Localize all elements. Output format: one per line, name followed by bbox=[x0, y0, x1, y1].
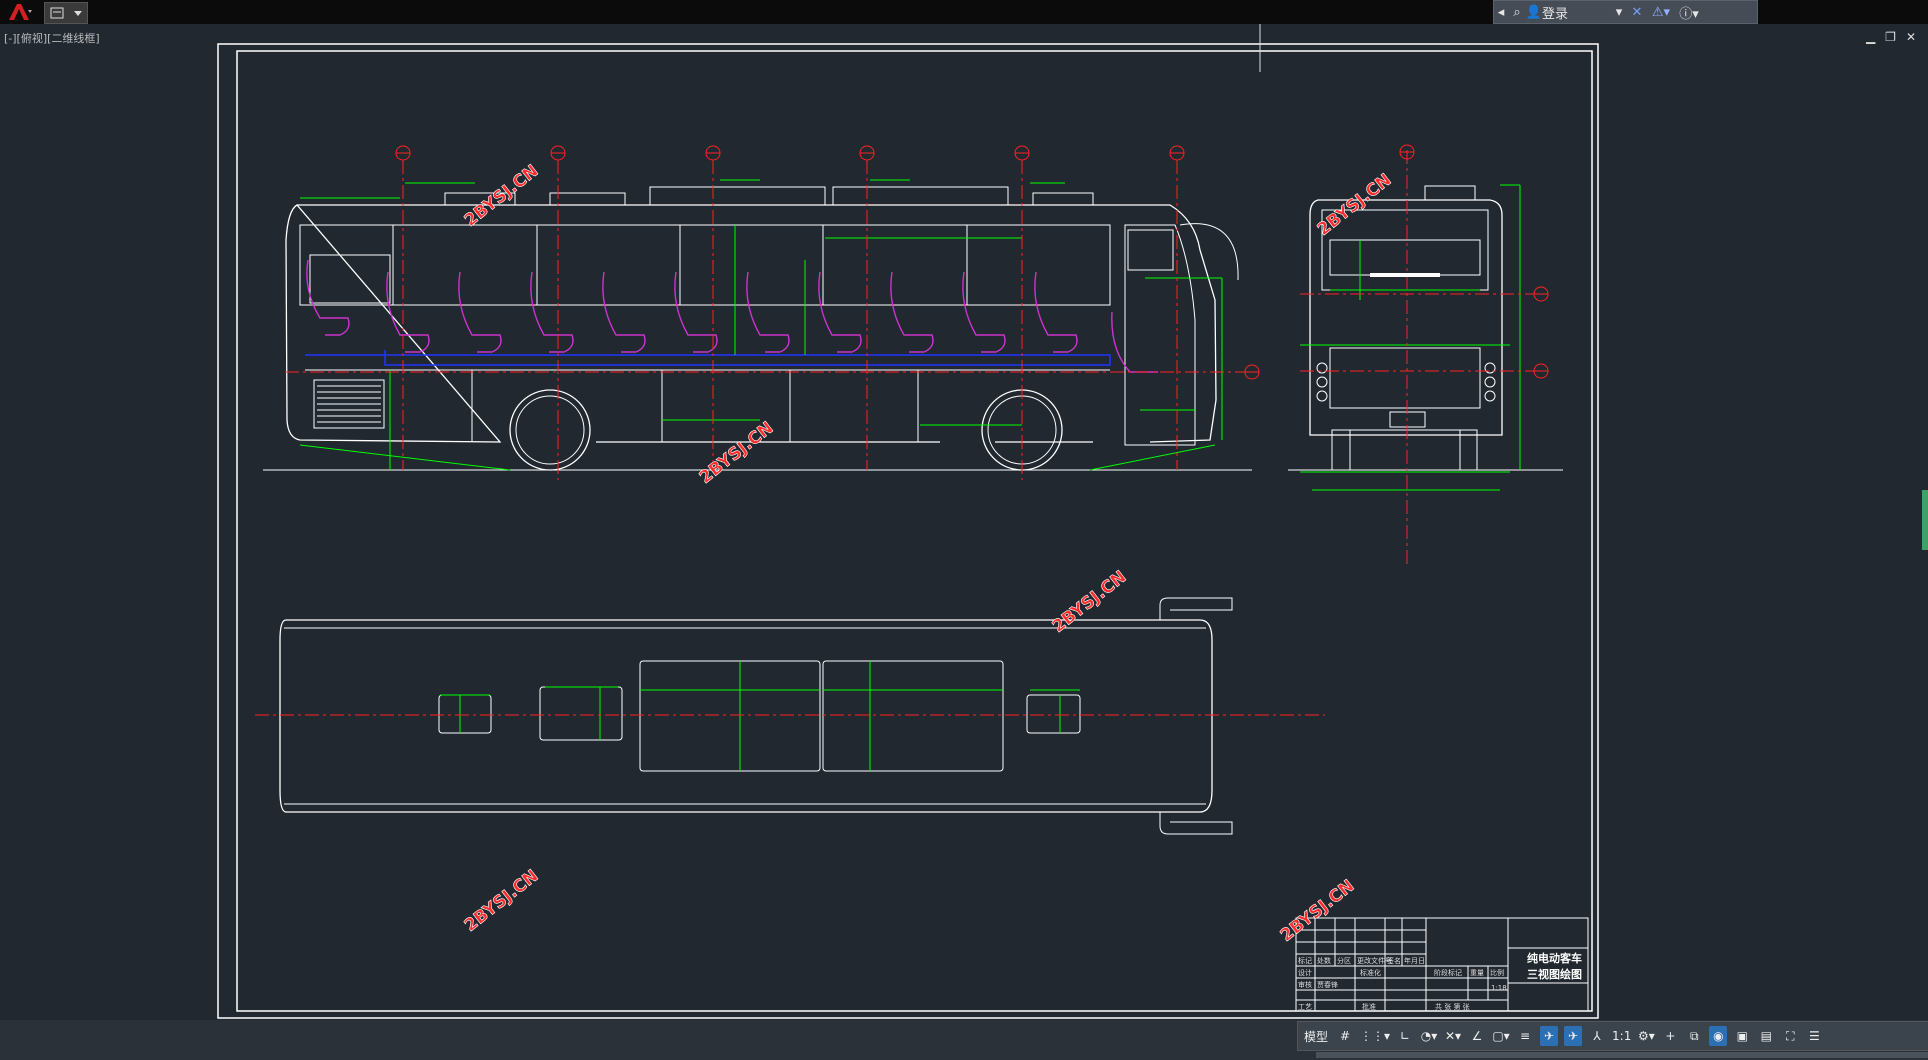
chevron-down-icon[interactable]: ▾ bbox=[1612, 5, 1626, 20]
watermark: 2BYSJ.CN bbox=[1314, 170, 1396, 240]
close-icon[interactable]: ✕ bbox=[1906, 30, 1916, 44]
tb-standard: 标准化 bbox=[1360, 968, 1381, 977]
workspace-icon[interactable]: ⧉ bbox=[1685, 1026, 1703, 1046]
annotation-scale-icon[interactable]: ✈ bbox=[1564, 1026, 1583, 1046]
exchange-icon[interactable]: ⚠▾ bbox=[1648, 5, 1674, 20]
binoculars-icon[interactable]: ⌕ bbox=[1508, 5, 1526, 20]
annotation-icon[interactable]: ✈ bbox=[1540, 1026, 1559, 1046]
user-icon: 👤 bbox=[1525, 4, 1543, 20]
tb-ratio: 比例 bbox=[1490, 968, 1504, 977]
autocad-logo-icon bbox=[9, 4, 32, 20]
status-bar-bottom bbox=[1316, 1052, 1928, 1058]
drawing-window-controls: ▁ ❐ ✕ bbox=[1866, 30, 1916, 44]
gear-icon[interactable]: ⚙▾ bbox=[1637, 1026, 1655, 1046]
watermark: 2BYSJ.CN bbox=[1049, 567, 1131, 637]
sheet-inner-border bbox=[236, 50, 1593, 1012]
grid-icon[interactable]: # bbox=[1336, 1026, 1354, 1046]
tb-zone: 分区 bbox=[1337, 956, 1351, 965]
watermark: 2BYSJ.CN bbox=[1277, 876, 1359, 946]
restore-icon[interactable]: ❐ bbox=[1885, 30, 1896, 44]
watermark: 2BYSJ.CN bbox=[461, 161, 543, 231]
fullscreen-icon[interactable]: ⛶ bbox=[1781, 1026, 1799, 1046]
annotation-visibility-icon[interactable]: ⅄ bbox=[1588, 1026, 1606, 1046]
tb-design: 设计 bbox=[1298, 968, 1312, 977]
isolate-icon[interactable]: ◉ bbox=[1709, 1026, 1728, 1046]
watermark: 2BYSJ.CN bbox=[461, 866, 543, 936]
scrollbar-thumb[interactable] bbox=[1922, 490, 1928, 550]
watermark: 2BYSJ.CN bbox=[696, 418, 778, 488]
osnap-icon[interactable]: ✕▾ bbox=[1444, 1026, 1462, 1046]
tb-sheets: 共 张 第 张 bbox=[1435, 1002, 1470, 1011]
status-bar-toolbar: 模型 # ⋮⋮▾ ∟ ◔▾ ✕▾ ∠ ▢▾ ≡ ✈ ✈ ⅄ 1:1 ⚙▾ + ⧉… bbox=[1297, 1021, 1928, 1051]
tb-process: 工艺 bbox=[1298, 1003, 1312, 1011]
quick-access-toolbar[interactable] bbox=[44, 2, 88, 24]
help-icon[interactable]: ⓘ▾ bbox=[1674, 3, 1704, 22]
chevron-left-icon[interactable]: ◂ bbox=[1494, 5, 1508, 20]
tb-scale-value: 1:18 bbox=[1491, 984, 1507, 992]
menu-icon[interactable]: ☰ bbox=[1805, 1026, 1823, 1046]
tb-stage-mark: 阶段标记 bbox=[1434, 968, 1462, 977]
snap-icon[interactable]: ⋮⋮▾ bbox=[1360, 1026, 1390, 1046]
minimize-icon[interactable]: ▁ bbox=[1866, 30, 1875, 44]
rear-view bbox=[1288, 144, 1563, 568]
polar-icon[interactable]: ◔▾ bbox=[1420, 1026, 1438, 1046]
title-bar: ◂ ⌕ 👤 登录 ▾ ✕ ⚠▾ ⓘ▾ bbox=[0, 0, 1928, 24]
login-button[interactable]: 登录 bbox=[1542, 3, 1612, 22]
top-view bbox=[255, 597, 1325, 835]
hardware-icon[interactable]: ▣ bbox=[1733, 1026, 1751, 1046]
drawing-canvas[interactable]: 标记 处数 分区 更改文件号 签名 年月日 设计 标准化 阶段标记 重量 比例 … bbox=[0, 24, 1928, 1020]
drawing-title-line2: 三视图绘图 bbox=[1527, 967, 1582, 981]
tb-sign: 签名 bbox=[1387, 956, 1401, 965]
scale-dropdown[interactable]: 1:1 bbox=[1612, 1026, 1631, 1046]
application-menu-button[interactable] bbox=[0, 0, 40, 24]
tb-review: 审核 bbox=[1298, 980, 1312, 989]
lineweight-icon[interactable]: ≡ bbox=[1516, 1026, 1534, 1046]
tb-mark: 标记 bbox=[1298, 956, 1312, 965]
chevron-down-icon bbox=[74, 11, 82, 16]
model-tab[interactable]: 模型 bbox=[1302, 1026, 1330, 1046]
tb-approve: 批准 bbox=[1362, 1002, 1376, 1011]
ortho-icon[interactable]: ∟ bbox=[1396, 1026, 1414, 1046]
clean-screen-icon[interactable]: ▤ bbox=[1757, 1026, 1775, 1046]
tb-name-cell: 贾春锋 bbox=[1317, 980, 1338, 989]
qat-icon bbox=[50, 7, 64, 19]
tb-date: 年月日 bbox=[1404, 956, 1425, 965]
isodraft-icon[interactable]: ∠ bbox=[1468, 1026, 1486, 1046]
selection-icon[interactable]: ▢▾ bbox=[1492, 1026, 1510, 1046]
tb-weight: 重量 bbox=[1470, 969, 1484, 977]
drawing-title-line1: 纯电动客车 bbox=[1527, 951, 1582, 965]
sheet-outer-border bbox=[217, 43, 1599, 1019]
infocenter-toolbar: ◂ ⌕ 👤 登录 ▾ ✕ ⚠▾ ⓘ▾ bbox=[1493, 0, 1758, 24]
viewport-label[interactable]: [-][俯视][二维线框] bbox=[4, 30, 100, 46]
x-icon[interactable]: ✕ bbox=[1626, 5, 1648, 20]
plus-icon[interactable]: + bbox=[1661, 1026, 1679, 1046]
tb-count: 处数 bbox=[1317, 956, 1331, 965]
